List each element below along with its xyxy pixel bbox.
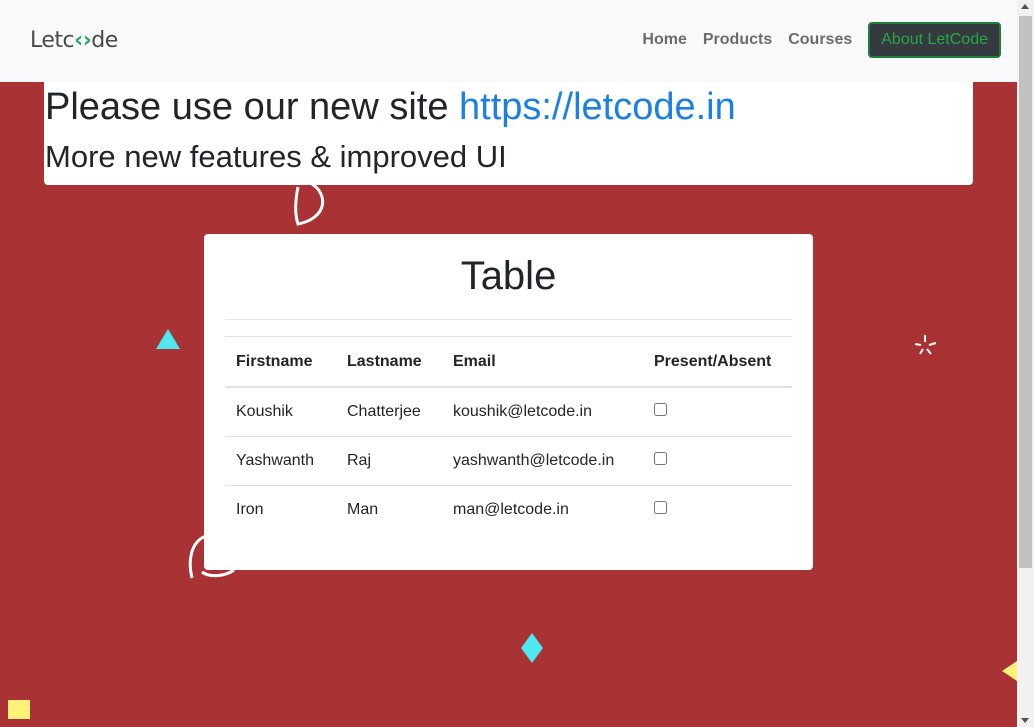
navbar: Letc‹›de Home Products Courses About Let…	[0, 0, 1017, 82]
cell-firstname: Yashwanth	[225, 436, 336, 486]
confetti-triangle-shape	[1002, 661, 1017, 681]
cell-email: man@letcode.in	[453, 501, 569, 518]
cell-lastname: Chatterjee	[336, 387, 442, 437]
new-site-link[interactable]: https://letcode.in	[459, 86, 736, 128]
vertical-scrollbar[interactable]	[1017, 0, 1034, 727]
column-header-lastname: Lastname	[336, 336, 442, 388]
cell-lastname: Raj	[336, 436, 442, 486]
table-row: Iron Man man@letcode.in	[225, 486, 792, 535]
letcode-logo[interactable]: Letc‹›de	[30, 28, 118, 53]
confetti-square-shape	[8, 700, 30, 719]
card-divider	[225, 319, 792, 320]
column-header-email: Email	[442, 336, 643, 388]
cell-email: yashwanth@letcode.in	[442, 436, 643, 486]
about-letcode-button[interactable]: About LetCode	[868, 22, 1001, 58]
table-card: Table Firstname Lastname Email Present/A…	[204, 234, 813, 570]
card-title: Table	[460, 254, 557, 298]
logo-text-mid: c	[62, 28, 75, 53]
nav-link-products[interactable]: Products	[703, 31, 772, 49]
nav-link-home[interactable]: Home	[642, 31, 686, 49]
notice-subheadline: More new features & improved UI	[45, 139, 507, 174]
cell-present	[643, 387, 792, 437]
column-header-firstname: Firstname	[225, 336, 336, 388]
new-site-notice: Please use our new site https://letcode.…	[44, 82, 973, 185]
scroll-down-arrow-icon[interactable]	[1021, 718, 1029, 723]
nav-links: Home Products Courses About LetCode	[642, 22, 1001, 58]
notice-headline: Please use our new site https://letcode.…	[45, 86, 736, 129]
table-row: Koushik Chatterjee koushik@letcode.in	[225, 387, 792, 437]
cell-lastname: Man	[347, 501, 379, 518]
present-checkbox[interactable]	[654, 501, 667, 514]
confetti-sparkle-shape	[914, 335, 937, 355]
nav-link-courses[interactable]: Courses	[788, 31, 852, 49]
cell-firstname: Iron	[236, 501, 264, 518]
cell-email: koushik@letcode.in	[442, 387, 643, 437]
attendance-table: Firstname Lastname Email Present/Absent …	[225, 336, 792, 534]
scrollbar-thumb[interactable]	[1019, 16, 1032, 568]
present-checkbox[interactable]	[654, 403, 667, 416]
logo-text-suffix: de	[91, 28, 118, 53]
table-row: Yashwanth Raj yashwanth@letcode.in	[225, 436, 792, 486]
present-checkbox[interactable]	[654, 452, 667, 465]
confetti-triangle-shape	[156, 329, 180, 349]
column-header-present-absent: Present/Absent	[643, 336, 792, 388]
cell-present	[643, 486, 792, 535]
cell-firstname: Koushik	[225, 387, 336, 437]
table-header-row: Firstname Lastname Email Present/Absent	[225, 336, 792, 388]
scroll-up-arrow-icon[interactable]	[1021, 4, 1029, 9]
confetti-arc-shape	[294, 182, 325, 226]
logo-text-prefix: Let	[30, 28, 63, 53]
notice-headline-text: Please use our new site	[45, 86, 460, 128]
cell-present	[643, 436, 792, 486]
confetti-diamond-shape	[521, 633, 543, 663]
code-brackets-icon: ‹›	[74, 28, 92, 53]
